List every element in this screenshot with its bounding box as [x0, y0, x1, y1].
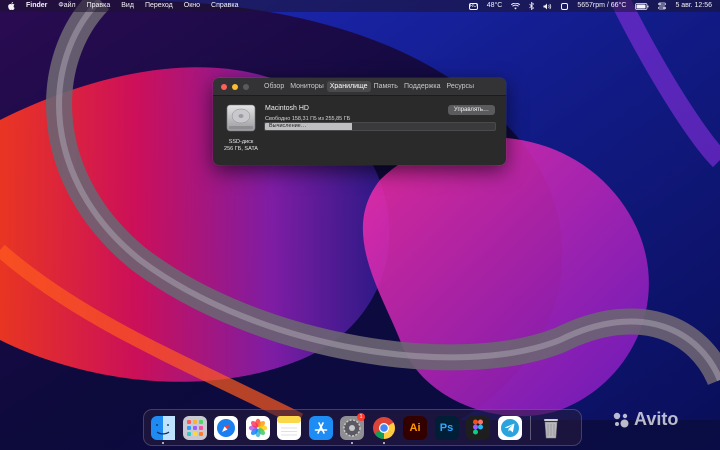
hard-drive-icon [226, 104, 256, 132]
tab-memory[interactable]: Память [371, 81, 401, 92]
menu-go[interactable]: Переход [145, 0, 173, 12]
storage-progress-bar: Вычисление… [264, 122, 496, 131]
storage-progress-label: Вычисление… [269, 123, 307, 129]
photoshop-label: Ps [439, 422, 454, 434]
dock-separator [530, 416, 531, 440]
menu-edit[interactable]: Правка [87, 0, 111, 12]
manage-button[interactable]: Управлять… [448, 105, 495, 115]
zoom-window-button[interactable] [243, 83, 249, 90]
launchpad-icon[interactable] [182, 416, 207, 440]
menu-app-name[interactable]: Finder [26, 0, 47, 12]
window-tabs: Обзор Мониторы Хранилище Память Поддержк… [261, 81, 477, 92]
tab-resources[interactable]: Ресурсы [443, 81, 477, 92]
chrome-icon[interactable] [372, 416, 396, 440]
finder-icon[interactable] [151, 416, 175, 440]
disk-type: SSD-диск [228, 139, 254, 145]
battery-icon[interactable] [635, 0, 649, 12]
menu-view[interactable]: Вид [121, 0, 134, 12]
photos-icon[interactable] [245, 416, 270, 440]
volume-name: Macintosh HD [265, 105, 309, 112]
desktop-wallpaper [0, 0, 720, 450]
apple-icon[interactable] [8, 0, 15, 12]
keyboard-layout-icon[interactable]: RU [468, 0, 478, 12]
volume-icon[interactable] [543, 0, 552, 12]
storage-panel: SSD-диск 256 ГБ, SATA Macintosh HD Свобо… [213, 96, 506, 165]
telegram-icon[interactable] [497, 416, 522, 440]
about-this-mac-window: Обзор Мониторы Хранилище Память Поддержк… [213, 78, 506, 165]
watermark-text: Avito [634, 409, 679, 429]
notification-badge: 1 [357, 413, 365, 421]
figma-icon[interactable] [466, 416, 490, 440]
illustrator-icon[interactable]: Ai [403, 416, 427, 440]
menu-bar: Finder Файл Правка Вид Переход Окно Спра… [0, 0, 720, 12]
menu-file[interactable]: Файл [58, 0, 75, 12]
avito-logo-icon [613, 412, 629, 427]
trash-icon[interactable] [539, 416, 563, 440]
wifi-icon[interactable] [511, 0, 521, 12]
minimize-window-button[interactable] [232, 83, 238, 90]
photoshop-icon[interactable]: Ps [434, 416, 459, 440]
temperature-status[interactable]: 48°C [487, 0, 503, 12]
disk-type-label: SSD-диск 256 ГБ, SATA [217, 139, 265, 153]
fan-status-icon[interactable] [561, 0, 569, 12]
menu-window[interactable]: Окно [184, 0, 200, 12]
bluetooth-icon[interactable] [529, 0, 535, 12]
close-window-button[interactable] [221, 83, 227, 90]
tab-displays[interactable]: Мониторы [287, 81, 327, 92]
avito-watermark: Avito [612, 409, 678, 430]
tab-storage[interactable]: Хранилище [326, 81, 371, 92]
window-titlebar[interactable]: Обзор Мониторы Хранилище Память Поддержк… [213, 78, 506, 96]
notes-icon[interactable] [277, 416, 301, 440]
running-indicator [382, 442, 385, 444]
dock: 1 Ai Ps [143, 409, 582, 446]
disk-info: 256 ГБ, SATA [224, 146, 258, 152]
menu-help[interactable]: Справка [211, 0, 238, 12]
menu-datetime[interactable]: 5 авг. 12:56 [675, 0, 712, 12]
safari-icon[interactable] [214, 416, 238, 440]
app-store-icon[interactable] [308, 416, 333, 440]
illustrator-label: Ai [409, 422, 421, 434]
tab-support[interactable]: Поддержка [401, 81, 444, 92]
running-indicator [351, 442, 353, 444]
running-indicator [162, 442, 164, 444]
fan-status[interactable]: 5657rpm / 66°C [577, 0, 626, 12]
tab-overview[interactable]: Обзор [261, 81, 287, 92]
control-center-icon[interactable] [658, 0, 667, 12]
